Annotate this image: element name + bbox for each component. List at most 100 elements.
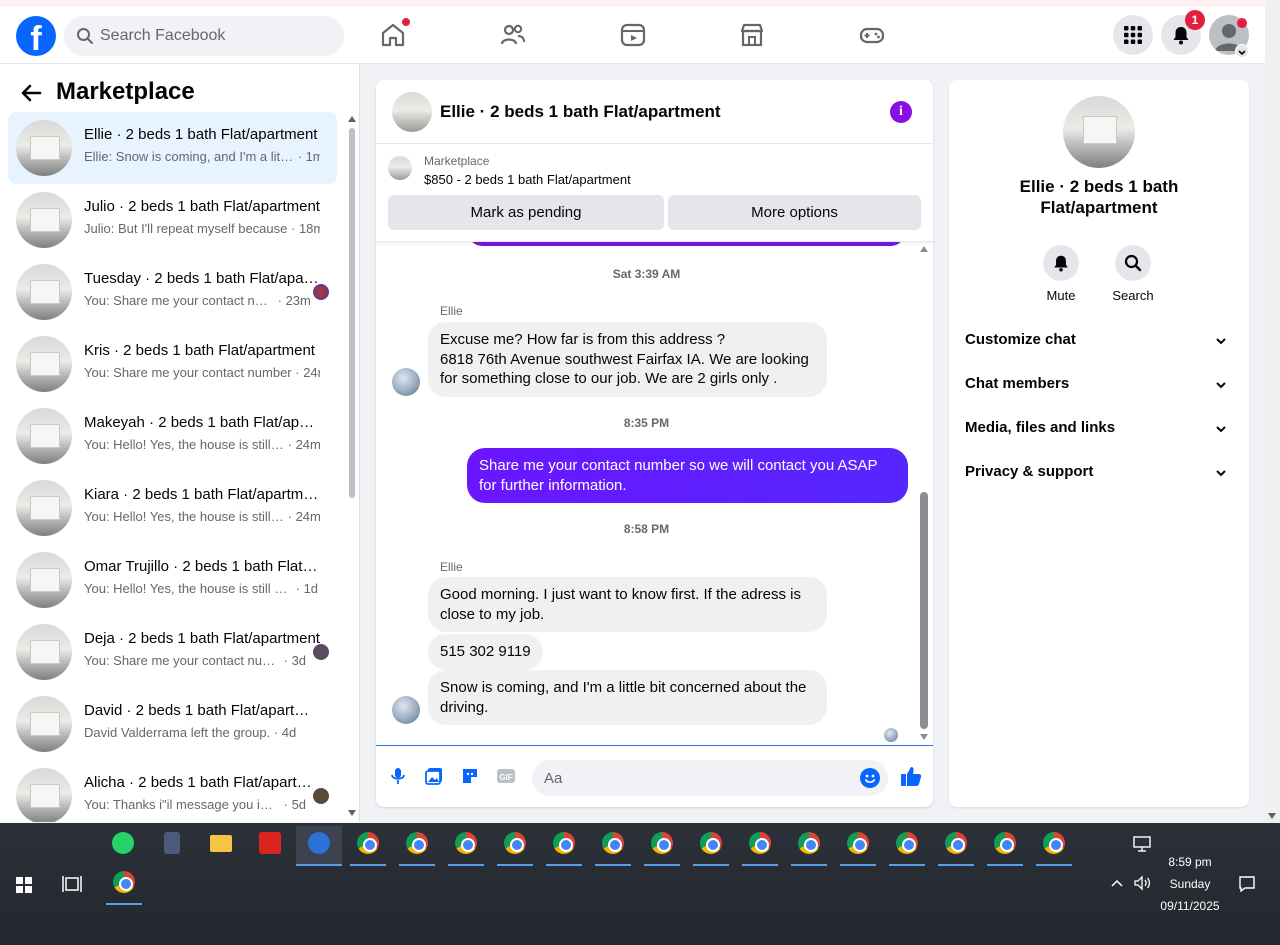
message-bubble-outgoing[interactable]: Share me your contact number so we will …: [467, 448, 908, 503]
chrome-taskbar-app[interactable]: [347, 826, 387, 866]
chrome-taskbar-app[interactable]: [445, 826, 485, 866]
listing-thumbnail: [16, 192, 72, 248]
chat-avatar[interactable]: [392, 92, 432, 132]
chrome-taskbar-app[interactable]: [494, 826, 534, 866]
clock-day[interactable]: Sunday: [1160, 877, 1220, 891]
conversation-item[interactable]: Deja · 2 beds 1 bath Flat/apartment You:…: [8, 616, 337, 688]
chat-scroll-thumb[interactable]: [920, 492, 928, 729]
chrome-taskbar-app[interactable]: [886, 826, 926, 866]
windows-start-icon[interactable]: [16, 877, 32, 893]
info-icon[interactable]: i: [890, 101, 912, 123]
conversation-item[interactable]: Makeyah · 2 beds 1 bath Flat/apartment Y…: [8, 400, 337, 472]
active-indicator: [791, 864, 827, 866]
chrome-taskbar-app[interactable]: [396, 826, 436, 866]
network-icon[interactable]: [1133, 836, 1151, 852]
chevron-down-icon: [1216, 338, 1226, 345]
back-arrow-icon[interactable]: [20, 82, 42, 104]
gaming-icon[interactable]: [858, 21, 886, 49]
sidebar-scroll-thumb[interactable]: [349, 128, 355, 498]
video-icon[interactable]: [619, 21, 647, 49]
message-bubble-incoming[interactable]: Good morning. I just want to know first.…: [428, 577, 827, 632]
facebook-logo[interactable]: f: [16, 16, 56, 56]
sticker-icon[interactable]: [460, 766, 480, 786]
notification-center-icon[interactable]: [1238, 875, 1256, 893]
page-scrollbar[interactable]: [1265, 0, 1280, 823]
scroll-down-arrow-icon[interactable]: [348, 810, 356, 816]
chrome-taskbar-app[interactable]: [788, 826, 828, 866]
youtube-taskbar-app[interactable]: [249, 826, 289, 866]
chrome-taskbar-app[interactable]: [690, 826, 730, 866]
photo-icon[interactable]: [424, 766, 444, 786]
chevron-up-icon[interactable]: [1110, 878, 1124, 888]
customize-chat-row[interactable]: Customize chat: [965, 321, 1233, 361]
chrome-icon: [406, 832, 428, 854]
message-input-box[interactable]: [532, 760, 888, 796]
file-explorer-taskbar-app[interactable]: [200, 826, 240, 866]
menu-grid-button[interactable]: [1113, 15, 1153, 55]
mark-as-pending-button[interactable]: Mark as pending: [388, 195, 664, 230]
chrome-taskbar-app[interactable]: [103, 865, 143, 905]
chevron-down-icon[interactable]: [1235, 44, 1249, 58]
message-bubble-incoming[interactable]: Snow is coming, and I'm a little bit con…: [428, 670, 827, 725]
listing-thumbnail[interactable]: [388, 156, 412, 180]
home-icon[interactable]: [379, 18, 410, 49]
chrome-icon: [113, 871, 135, 893]
marketplace-icon[interactable]: [738, 21, 766, 49]
snipping-taskbar-app[interactable]: [296, 826, 342, 866]
microphone-icon[interactable]: [388, 766, 408, 786]
privacy-support-row[interactable]: Privacy & support: [965, 453, 1233, 493]
chrome-taskbar-app[interactable]: [641, 826, 681, 866]
chrome-taskbar-app[interactable]: [837, 826, 877, 866]
like-icon[interactable]: [900, 765, 922, 787]
sidebar-scrollbar[interactable]: [347, 114, 358, 820]
active-indicator: [889, 864, 925, 866]
listing-price[interactable]: $850 - 2 beds 1 bath Flat/apartment: [424, 172, 631, 187]
volume-icon[interactable]: [1133, 875, 1151, 891]
conversation-item[interactable]: Kris · 2 beds 1 bath Flat/apartment You:…: [8, 328, 337, 400]
conversation-item[interactable]: Alicha · 2 beds 1 bath Flat/apartment Yo…: [8, 760, 337, 822]
chrome-taskbar-app[interactable]: [543, 826, 583, 866]
calculator-taskbar-app[interactable]: [151, 826, 191, 866]
chrome-taskbar-app[interactable]: [935, 826, 975, 866]
emoji-icon[interactable]: [860, 768, 880, 788]
search-input[interactable]: [100, 16, 330, 56]
chrome-taskbar-app[interactable]: [1033, 826, 1073, 866]
clock-date[interactable]: 09/11/2025: [1155, 899, 1225, 913]
search-box[interactable]: [64, 16, 344, 56]
scroll-up-arrow-icon[interactable]: [920, 246, 928, 252]
friends-icon[interactable]: [499, 21, 527, 49]
search-conversation-button[interactable]: Search: [1103, 245, 1163, 303]
message-bubble-incoming[interactable]: Excuse me? How far is from this address …: [428, 322, 827, 397]
chrome-taskbar-app[interactable]: [984, 826, 1024, 866]
conversation-item[interactable]: David · 2 beds 1 bath Flat/apartment Dav…: [8, 688, 337, 760]
more-options-button[interactable]: More options: [668, 195, 921, 230]
message-input[interactable]: [544, 760, 844, 796]
mute-icon-wrap: [1043, 245, 1079, 281]
chat-scrollbar[interactable]: [918, 242, 930, 745]
chat-title[interactable]: Ellie · 2 beds 1 bath Flat/apartment: [440, 102, 721, 122]
conversation-item[interactable]: Omar Trujillo · 2 beds 1 bath Flat/apart…: [8, 544, 337, 616]
media-files-links-row[interactable]: Media, files and links: [965, 409, 1233, 449]
scroll-down-arrow-icon[interactable]: [920, 734, 928, 740]
clock-time[interactable]: 8:59 pm: [1160, 855, 1220, 869]
task-view-icon[interactable]: [62, 875, 82, 893]
message-bubble-incoming[interactable]: 515 302 9119: [428, 634, 543, 670]
whatsapp-taskbar-app[interactable]: [102, 826, 142, 866]
active-indicator: [595, 864, 631, 866]
chrome-taskbar-app[interactable]: [592, 826, 632, 866]
mute-button[interactable]: Mute: [1031, 245, 1091, 303]
sender-name: Ellie: [440, 304, 463, 318]
conversation-item[interactable]: Julio · 2 beds 1 bath Flat/apartment Jul…: [8, 184, 337, 256]
message-list: Sat 3:39 AM Ellie Excuse me? How far is …: [376, 242, 933, 745]
gif-icon[interactable]: GIF: [496, 766, 516, 786]
chrome-taskbar-app[interactable]: [739, 826, 779, 866]
chrome-icon: [504, 832, 526, 854]
conversation-item[interactable]: Kiara · 2 beds 1 bath Flat/apartment You…: [8, 472, 337, 544]
scroll-down-arrow-icon[interactable]: [1268, 813, 1276, 819]
conversation-item[interactable]: Tuesday · 2 beds 1 bath Flat/apartment Y…: [8, 256, 337, 328]
conversation-preview: You: Share me your contact number: [84, 653, 280, 668]
listing-avatar[interactable]: [1063, 96, 1135, 168]
chat-members-row[interactable]: Chat members: [965, 365, 1233, 405]
conversation-item[interactable]: Ellie · 2 beds 1 bath Flat/apartment Ell…: [8, 112, 337, 184]
scroll-up-arrow-icon[interactable]: [348, 116, 356, 122]
